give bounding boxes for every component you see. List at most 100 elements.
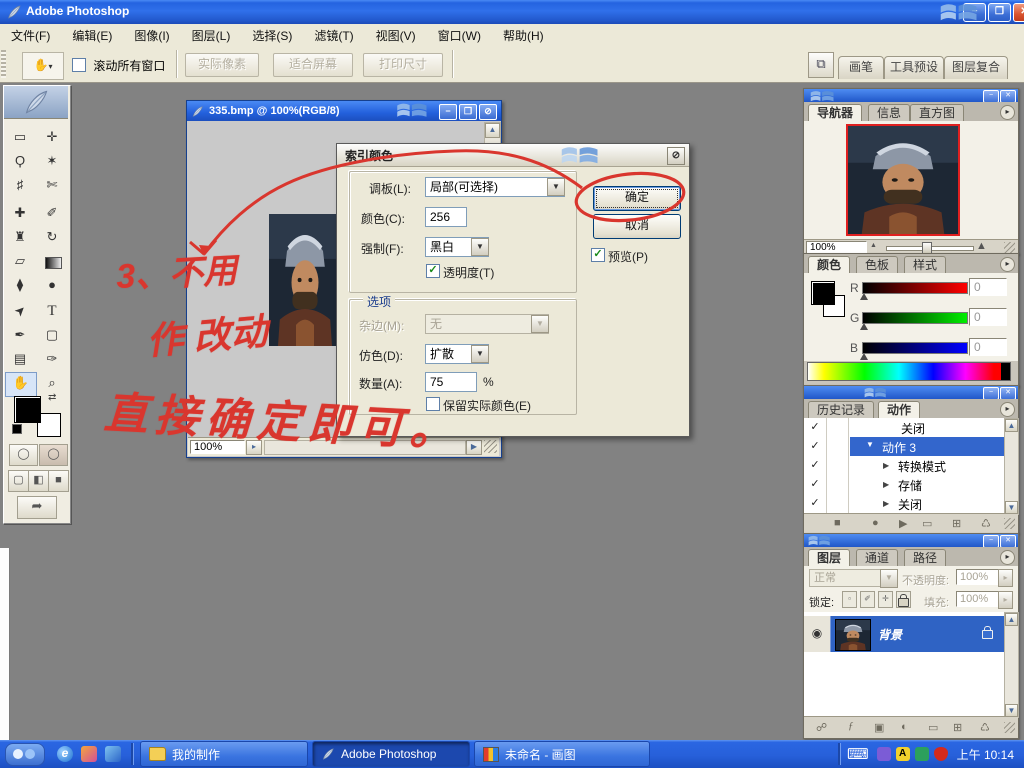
- lock-all-button[interactable]: [896, 591, 911, 608]
- action-row-selected[interactable]: ✓ ▼ 动作 3: [804, 437, 1004, 457]
- doc-scroll-right-button[interactable]: ▶: [466, 440, 482, 455]
- tab-navigator[interactable]: 导航器: [808, 104, 863, 122]
- new-set-folder-icon[interactable]: ▭: [922, 517, 932, 530]
- zoom-out-mountain-icon[interactable]: ▲: [870, 242, 877, 249]
- new-action-icon[interactable]: ⊞: [952, 517, 961, 530]
- quick-launch-button[interactable]: [5, 742, 45, 766]
- file-browser-toggle-button[interactable]: ⧉: [808, 52, 834, 78]
- cancel-button[interactable]: 取消: [593, 214, 681, 239]
- background-layer-row[interactable]: ◉ 背景: [804, 616, 1004, 652]
- tab-color[interactable]: 颜色: [808, 256, 851, 274]
- shape-tool[interactable]: ▢: [37, 324, 67, 347]
- action-row[interactable]: ✓ ▶ 存储: [804, 475, 1004, 495]
- options-bar-grip[interactable]: [1, 50, 6, 78]
- play-icon[interactable]: ▶: [899, 517, 907, 530]
- action-row[interactable]: ✓ ▶ 关闭: [804, 494, 1004, 514]
- notes-tool[interactable]: ▤: [5, 348, 35, 371]
- palette-well-tab-tool-presets[interactable]: 工具预设: [884, 56, 944, 79]
- tray-input-method-icon[interactable]: A: [895, 747, 910, 761]
- record-icon[interactable]: ●: [872, 517, 879, 529]
- action-dialog-toggle[interactable]: [826, 456, 849, 475]
- tab-actions[interactable]: 动作: [878, 401, 921, 419]
- scroll-all-windows-checkbox[interactable]: [72, 58, 86, 72]
- expander-closed-icon[interactable]: ▶: [883, 480, 889, 489]
- layers-panel-title-bar[interactable]: − ✕: [804, 534, 1018, 548]
- scroll-all-windows-option[interactable]: 滚动所有窗口: [72, 57, 165, 75]
- task-button-paint[interactable]: 未命名 - 画图: [474, 741, 650, 767]
- action-dialog-toggle[interactable]: [826, 418, 849, 437]
- action-item-label[interactable]: 存储: [898, 477, 922, 494]
- tab-layers[interactable]: 图层: [808, 549, 851, 567]
- menu-window[interactable]: 窗口(W): [427, 24, 492, 47]
- navigator-panel-title-bar[interactable]: − ✕: [804, 89, 1018, 103]
- blue-slider-bar[interactable]: [862, 342, 968, 354]
- action-row[interactable]: ✓ 关闭: [804, 418, 1004, 438]
- color-menu-button[interactable]: ▸: [1000, 257, 1015, 272]
- tray-antivirus-icon[interactable]: [914, 747, 929, 761]
- layer-visibility-eye-icon[interactable]: ◉: [804, 616, 831, 652]
- amount-input[interactable]: 75: [425, 372, 477, 392]
- show-desktop-icon[interactable]: [105, 746, 121, 762]
- title-bar[interactable]: Adobe Photoshop − ❐ ✕: [0, 0, 1024, 24]
- eraser-tool[interactable]: ▱: [5, 250, 35, 273]
- layers-menu-button[interactable]: ▸: [1000, 550, 1015, 565]
- quick-mask-mode-button[interactable]: ◯: [39, 444, 68, 466]
- hand-tool-preset[interactable]: ✋▾: [22, 52, 64, 80]
- menu-filter[interactable]: 滤镜(T): [303, 24, 364, 47]
- brush-tool[interactable]: ✐: [37, 202, 67, 225]
- tab-swatches[interactable]: 色板: [856, 256, 899, 274]
- preview-checkbox[interactable]: ✓: [591, 248, 605, 262]
- transparency-checkbox[interactable]: ✓: [426, 264, 440, 278]
- lock-position-button[interactable]: ✛: [878, 591, 893, 608]
- swap-colors-icon[interactable]: ⇄: [48, 392, 56, 403]
- preserve-colors-checkbox[interactable]: [426, 397, 440, 411]
- action-item-label[interactable]: 关闭: [901, 420, 925, 437]
- doc-maximize-button[interactable]: ❐: [459, 104, 477, 120]
- zoom-in-mountain-icon[interactable]: ▲: [976, 240, 987, 252]
- red-value-field[interactable]: 0: [969, 278, 1007, 296]
- forced-combo-arrow[interactable]: ▼: [471, 238, 489, 256]
- spectrum-black-end[interactable]: [1001, 363, 1010, 380]
- layer-styles-icon[interactable]: ƒ: [848, 720, 854, 732]
- layers-resize-grip[interactable]: [1004, 722, 1015, 733]
- hand-tool[interactable]: ✋: [5, 372, 37, 397]
- action-dialog-toggle[interactable]: [826, 475, 849, 494]
- menu-select[interactable]: 选择(S): [241, 24, 303, 47]
- red-slider-bar[interactable]: [862, 282, 968, 294]
- slice-tool[interactable]: ✄: [37, 174, 67, 197]
- actions-panel-title-bar[interactable]: − ✕: [804, 386, 1018, 400]
- tab-styles[interactable]: 样式: [904, 256, 947, 274]
- doc-resize-grip[interactable]: [484, 440, 497, 453]
- stop-icon[interactable]: ■: [834, 517, 841, 529]
- expander-open-icon[interactable]: ▼: [866, 440, 874, 449]
- fullscreen-button[interactable]: ■: [48, 470, 69, 492]
- minimize-button[interactable]: −: [963, 3, 986, 22]
- path-selection-tool[interactable]: ➤: [5, 300, 35, 323]
- ie-icon[interactable]: e: [57, 746, 73, 762]
- action-check-icon[interactable]: ✓: [804, 494, 827, 513]
- media-player-icon[interactable]: [81, 746, 97, 762]
- palette-well-tab-layer-comps[interactable]: 图层复合: [944, 56, 1008, 79]
- fit-screen-button[interactable]: 适合屏幕: [273, 53, 353, 77]
- new-layer-icon[interactable]: ⊞: [953, 721, 962, 734]
- close-button[interactable]: ✕: [1013, 3, 1024, 22]
- menu-layer[interactable]: 图层(L): [181, 24, 242, 47]
- lock-pixels-button[interactable]: ✐: [860, 591, 875, 608]
- pen-tool[interactable]: ✒: [5, 324, 35, 347]
- dialog-close-button[interactable]: ⊘: [667, 147, 685, 165]
- doc-horizontal-scrollbar[interactable]: [264, 440, 466, 455]
- standard-mode-button[interactable]: ◯: [9, 444, 38, 466]
- adjustment-layer-icon[interactable]: ◐: [901, 721, 908, 733]
- crop-tool[interactable]: ♯: [5, 174, 35, 197]
- action-dialog-toggle[interactable]: [826, 437, 849, 456]
- task-button-photoshop[interactable]: Adobe Photoshop: [312, 741, 470, 767]
- layers-scrollbar[interactable]: ▲ ▼: [1004, 612, 1019, 718]
- red-slider-thumb[interactable]: [860, 293, 868, 300]
- doc-scroll-up-button[interactable]: ▲: [485, 123, 500, 138]
- layers-scroll-up[interactable]: ▲: [1005, 613, 1018, 626]
- action-row[interactable]: ✓ ▶ 转换模式: [804, 456, 1004, 476]
- green-slider-thumb[interactable]: [860, 323, 868, 330]
- healing-brush-tool[interactable]: ✚: [5, 202, 35, 225]
- navigator-menu-button[interactable]: ▸: [1000, 105, 1015, 120]
- foreground-color-swatch[interactable]: [14, 396, 41, 423]
